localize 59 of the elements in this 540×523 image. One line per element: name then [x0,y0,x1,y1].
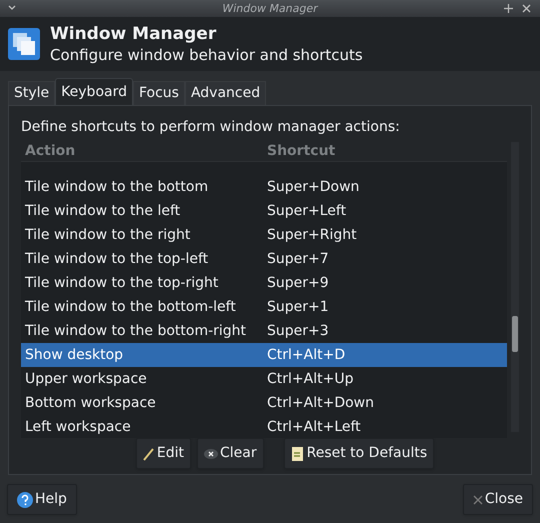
table-row[interactable]: Tile window to the left Super+Left [21,199,508,223]
table-cell-text: Tile window to the top-right [24,274,220,292]
clear-icon [204,448,218,458]
pin-icon[interactable] [504,4,513,13]
clear-button[interactable]: Clear [196,438,264,469]
header-subtitle: Configure window behavior and shortcuts [50,45,363,65]
table-cell-text: Ctrl+Alt+Down [267,394,374,412]
table-cell-text: Tile window to the bottom-right [24,322,248,340]
tab[interactable]: Style [8,81,56,105]
description-text: Define shortcuts to perform window manager actions: [20,118,401,137]
column-header[interactable]: Shortcut [267,142,336,162]
table-cell-text: Ctrl+Alt+Left [267,418,361,436]
table-cell-text: Upper workspace [24,370,148,388]
close-icon [472,494,483,504]
reset-button[interactable]: Reset to Defaults [284,438,434,469]
table-cell-text: Tile window to the bottom-left [24,298,237,316]
table-row[interactable]: Tile window to the top-left Super+7 [21,247,508,271]
table-cell-text: Super+7 [267,250,329,268]
windows-icon [8,28,40,60]
tab[interactable]: Advanced [184,81,266,105]
edit-button[interactable]: Edit [136,438,191,469]
document-icon [290,446,305,462]
table-cell-text: Tile window to the left [24,202,182,220]
table-row[interactable]: Left workspace Ctrl+Alt+Left [21,415,508,438]
table-cell-text: Super+Down [267,178,360,196]
pencil-icon [142,446,155,460]
window-title: Window Manager [222,3,318,14]
help-icon [17,492,33,508]
table-cell-text: Super+1 [267,298,329,316]
table-row[interactable]: Tile window to the bottom Super+Down [21,175,508,199]
table-row[interactable]: Tile window to the top-right Super+9 [21,271,508,295]
table-cell-text: Super+Left [267,202,346,220]
table-row[interactable]: Show desktop Ctrl+Alt+D [21,343,508,367]
table-cell-text: Super+3 [267,322,329,340]
table-row[interactable]: Tile window to the bottom-right Super+3 [21,319,508,343]
table-cell-text: Left workspace [24,418,132,436]
column-header[interactable]: Action [21,142,267,162]
scrollbar-thumb[interactable] [512,316,518,352]
table-cell-text: Super+Right [267,226,357,244]
table-row[interactable]: Bottom workspace Ctrl+Alt+Down [21,391,508,415]
help-button[interactable]: Help [7,484,77,515]
menu-icon[interactable] [8,5,16,11]
table-cell-text: Super+9 [267,274,329,292]
table-cell-text: Tile window to the right [24,226,192,244]
table-cell-text: Bottom workspace [24,394,157,412]
close-icon[interactable] [522,4,531,13]
table-cell-text: Ctrl+Alt+D [267,346,346,364]
table-cell-text: Ctrl+Alt+Up [267,370,354,388]
tab[interactable]: Focus [132,81,185,105]
table-cell-text: Tile window to the top-left [24,250,210,268]
table-cell-text: Show desktop [24,346,124,364]
table-cell-text: Tile window to the bottom [24,178,210,196]
table-row[interactable]: Tile window to the right Super+Right [21,223,508,247]
header-title: Window Manager [50,23,218,45]
table-row[interactable]: Tile window to the bottom-left Super+1 [21,295,508,319]
table-row[interactable]: Upper workspace Ctrl+Alt+Up [21,367,508,391]
scrollbar[interactable] [511,142,519,432]
tab[interactable]: Keyboard [55,78,133,105]
close-button[interactable]: Close [462,484,533,515]
